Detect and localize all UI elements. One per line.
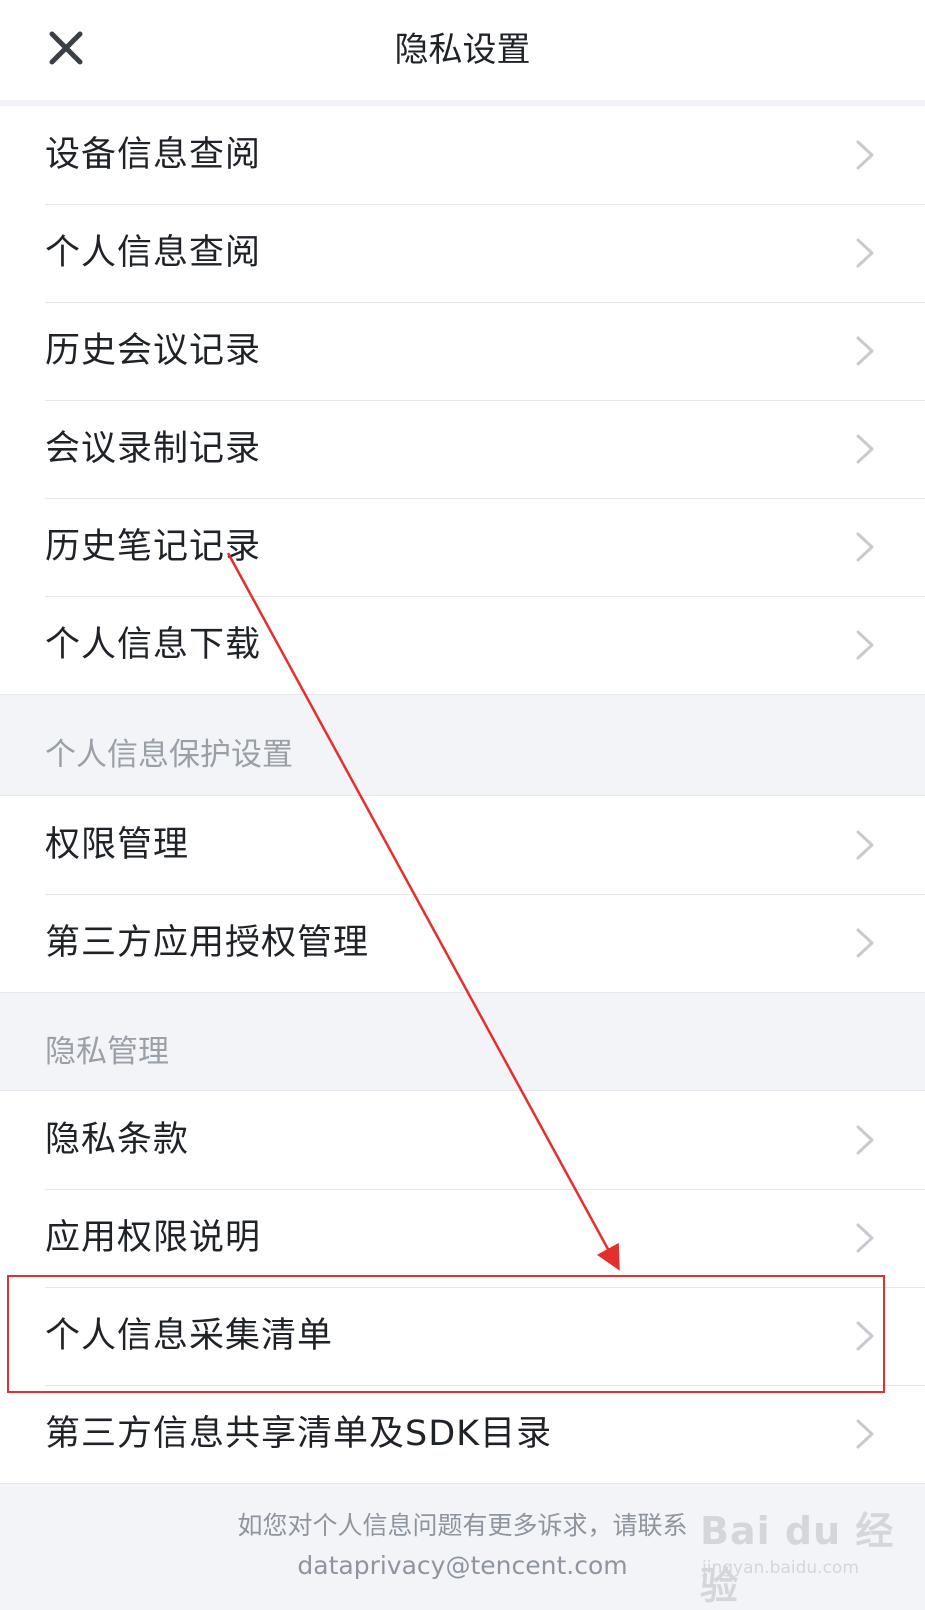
- chevron-right-icon: [856, 434, 874, 464]
- menu-item-app-permissions[interactable]: 应用权限说明: [0, 1189, 925, 1287]
- chevron-right-icon: [856, 238, 874, 268]
- menu-item-label: 权限管理: [45, 825, 190, 865]
- chevron-right-icon: [856, 1419, 874, 1449]
- menu-item-permission-management[interactable]: 权限管理: [0, 796, 925, 894]
- chevron-right-icon: [856, 928, 874, 958]
- menu-item-third-party-auth[interactable]: 第三方应用授权管理: [0, 894, 925, 992]
- menu-item-info-collection-list[interactable]: 个人信息采集清单: [0, 1287, 925, 1385]
- group-protection: 权限管理 第三方应用授权管理: [0, 796, 925, 992]
- watermark-url: jingyan.baidu.com: [702, 1558, 859, 1578]
- section-header-privacy: 隐私管理: [45, 1034, 169, 1070]
- chevron-right-icon: [856, 1125, 874, 1155]
- chevron-right-icon: [856, 336, 874, 366]
- chevron-right-icon: [856, 532, 874, 562]
- group-privacy: 隐私条款 应用权限说明 个人信息采集清单 第三方信息共享清单及SDK目录: [0, 1091, 925, 1483]
- menu-item-label: 个人信息查阅: [45, 233, 262, 273]
- menu-item-label: 第三方应用授权管理: [45, 923, 370, 963]
- menu-item-label: 设备信息查阅: [45, 135, 262, 175]
- navigation-bar: 隐私设置: [0, 0, 925, 100]
- divider: [0, 1483, 925, 1484]
- group-records: 设备信息查阅 个人信息查阅 历史会议记录 会议录制记录 历史笔记记录 个人信息下…: [0, 106, 925, 694]
- chevron-right-icon: [856, 630, 874, 660]
- menu-item-third-party-sharing-sdk[interactable]: 第三方信息共享清单及SDK目录: [0, 1385, 925, 1483]
- menu-item-label: 个人信息采集清单: [45, 1316, 334, 1356]
- page-title: 隐私设置: [394, 30, 531, 70]
- menu-item-device-info[interactable]: 设备信息查阅: [0, 106, 925, 204]
- menu-item-label: 应用权限说明: [45, 1218, 262, 1258]
- menu-item-label: 历史笔记记录: [45, 527, 262, 567]
- menu-item-privacy-policy[interactable]: 隐私条款: [0, 1091, 925, 1189]
- chevron-right-icon: [856, 830, 874, 860]
- menu-item-label: 会议录制记录: [45, 429, 262, 469]
- section-header-protection: 个人信息保护设置: [45, 737, 293, 773]
- menu-item-label: 个人信息下载: [45, 625, 262, 665]
- menu-item-meeting-history[interactable]: 历史会议记录: [0, 302, 925, 400]
- menu-item-label: 隐私条款: [45, 1120, 190, 1160]
- menu-item-recording-history[interactable]: 会议录制记录: [0, 400, 925, 498]
- menu-item-label: 第三方信息共享清单及SDK目录: [45, 1414, 553, 1454]
- menu-item-notes-history[interactable]: 历史笔记记录: [0, 498, 925, 596]
- menu-item-info-download[interactable]: 个人信息下载: [0, 596, 925, 694]
- chevron-right-icon: [856, 140, 874, 170]
- menu-item-label: 历史会议记录: [45, 331, 262, 371]
- chevron-right-icon: [856, 1321, 874, 1351]
- watermark-logo: Bai du 经验: [700, 1509, 895, 1608]
- watermark: Bai du 经验 jingyan.baidu.com: [700, 1500, 900, 1608]
- menu-item-personal-info[interactable]: 个人信息查阅: [0, 204, 925, 302]
- chevron-right-icon: [856, 1223, 874, 1253]
